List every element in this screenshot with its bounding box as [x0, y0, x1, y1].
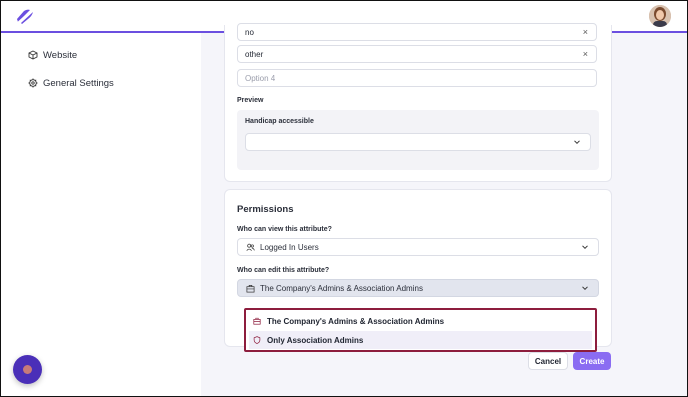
sidebar: Website General Settings	[1, 33, 201, 396]
shield-icon	[253, 336, 261, 344]
main-content: no × other × Option 4 Preview Handicap a…	[201, 23, 687, 396]
create-button[interactable]: Create	[573, 352, 611, 370]
preview-field-label: Handicap accessible	[245, 118, 314, 125]
remove-option-icon[interactable]: ×	[583, 27, 588, 37]
sidebar-item-general-settings[interactable]: General Settings	[28, 75, 114, 91]
edit-permission-label: Who can edit this attribute?	[237, 267, 330, 274]
chevron-down-icon	[582, 286, 588, 291]
chevron-down-icon	[574, 140, 580, 145]
permissions-title: Permissions	[237, 204, 294, 215]
gear-icon	[28, 78, 38, 88]
dropdown-option-company-admins[interactable]: The Company's Admins & Association Admin…	[249, 312, 592, 330]
users-icon	[246, 243, 255, 251]
preview-panel: Handicap accessible	[237, 110, 599, 170]
cancel-button[interactable]: Cancel	[528, 352, 568, 370]
option-field-no[interactable]: no ×	[237, 23, 597, 41]
chevron-down-icon	[582, 245, 588, 250]
preview-select[interactable]	[245, 133, 591, 151]
help-launcher-button[interactable]	[13, 355, 42, 384]
remove-option-icon[interactable]: ×	[583, 49, 588, 59]
app-window: Website General Settings no × other × Op…	[0, 0, 688, 397]
view-permission-label: Who can view this attribute?	[237, 226, 332, 233]
brand-logo-icon[interactable]	[15, 7, 35, 25]
building-icon	[246, 284, 255, 292]
preview-label: Preview	[237, 97, 264, 104]
building-icon	[253, 317, 261, 325]
edit-permission-dropdown: The Company's Admins & Association Admin…	[244, 308, 597, 352]
edit-permission-select[interactable]: The Company's Admins & Association Admin…	[237, 279, 599, 297]
option-field-other[interactable]: other ×	[237, 45, 597, 63]
user-avatar[interactable]	[649, 5, 671, 27]
sidebar-item-label: General Settings	[43, 77, 114, 89]
sidebar-item-website[interactable]: Website	[28, 47, 77, 63]
options-card: no × other × Option 4 Preview Handicap a…	[224, 23, 612, 182]
view-permission-select[interactable]: Logged In Users	[237, 238, 599, 256]
dropdown-option-association-admins[interactable]: Only Association Admins	[249, 331, 592, 349]
cube-icon	[28, 50, 38, 60]
new-option-input[interactable]: Option 4	[237, 69, 597, 87]
sidebar-item-label: Website	[43, 49, 78, 61]
help-launcher-icon	[23, 365, 32, 374]
